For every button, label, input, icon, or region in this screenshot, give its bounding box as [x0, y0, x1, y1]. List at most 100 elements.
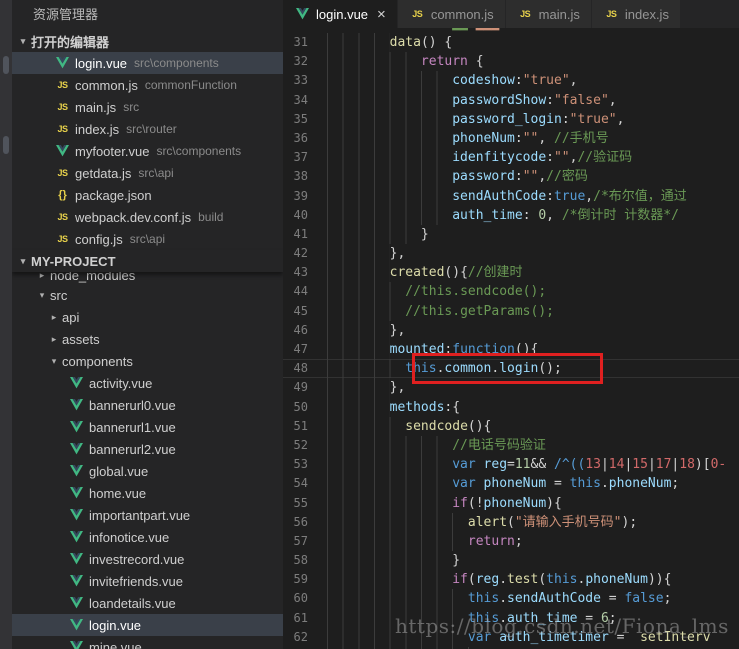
code-line[interactable]: 31 data() {	[283, 33, 739, 53]
explorer-sidebar: 资源管理器 ▾ 打开的编辑器 login.vue src\components JS…	[12, 0, 283, 649]
open-editor-item[interactable]: JS main.js src	[12, 96, 283, 118]
open-editor-item[interactable]: {} package.json	[12, 184, 283, 206]
code-line[interactable]: 32 return {	[283, 52, 739, 72]
code-line[interactable]: 42 },	[283, 244, 739, 264]
tab-main-js[interactable]: JS main.js	[505, 0, 592, 28]
code-line[interactable]: 43 created(){//创建时	[283, 263, 739, 283]
code-line[interactable]: 45 //this.getParams();	[283, 301, 739, 321]
code-line[interactable]: 53 var reg=11&& /^((13|14|15|17|18)[0-	[283, 455, 739, 475]
tree-file-item[interactable]: loandetails.vue	[12, 592, 283, 614]
code-line[interactable]: 38 password:"",//密码	[283, 167, 739, 187]
code-line[interactable]: 37 idenfitycode:"",//验证码	[283, 148, 739, 168]
file-path: src	[123, 100, 140, 114]
open-editors-header[interactable]: ▾ 打开的编辑器	[12, 30, 283, 52]
code-text: idenfitycode:"",//验证码	[327, 148, 633, 168]
vue-icon	[68, 399, 85, 411]
code-text: codeshow:"true",	[327, 71, 578, 91]
chevron-right-icon: ▸	[39, 272, 45, 280]
open-editor-item[interactable]: login.vue src\components	[12, 52, 283, 74]
js-icon: JS	[57, 168, 68, 178]
tree-folder-item[interactable]: ▸ assets	[12, 328, 283, 350]
chevron-right-icon: ▸	[51, 333, 57, 344]
tree-file-item[interactable]: investrecord.vue	[12, 548, 283, 570]
code-line[interactable]: 56 alert("请输入手机号码");	[283, 512, 739, 532]
open-editor-item[interactable]: JS webpack.dev.conf.js build	[12, 206, 283, 228]
vue-icon	[54, 57, 71, 69]
tree-file-item[interactable]: global.vue	[12, 460, 283, 482]
vue-icon	[294, 8, 311, 20]
code-text: if(!phoneNum){	[327, 493, 562, 513]
tree-file-item[interactable]: mine.vue	[12, 636, 283, 649]
tree-folder-item[interactable]: ▾ src	[12, 284, 283, 306]
tree-folder-item[interactable]: ▸ node_modules	[12, 272, 283, 284]
tab-login-vue[interactable]: login.vue ×	[283, 0, 398, 28]
file-path: commonFunction	[144, 78, 237, 92]
chevron-down-icon: ▾	[20, 255, 26, 266]
open-editor-item[interactable]: JS config.js src\api	[12, 228, 283, 250]
code-line[interactable]: 35 password_login:"true",	[283, 109, 739, 129]
code-text: this.sendAuthCode = false;	[327, 589, 672, 609]
line-number: 41	[293, 226, 308, 241]
code-line[interactable]: 40 auth_time: 0, /*倒计时 计数器*/	[283, 205, 739, 225]
code-line[interactable]: 39 sendAuthCode:true,/*布尔值，通过	[283, 186, 739, 206]
js-icon: JS	[606, 9, 617, 19]
code-line[interactable]: 58 }	[283, 551, 739, 571]
open-editor-item[interactable]: myfooter.vue src\components	[12, 140, 283, 162]
code-line[interactable]: 52 //电话号码验证	[283, 435, 739, 456]
tree-file-item[interactable]: importantpart.vue	[12, 504, 283, 526]
file-name: myfooter.vue	[75, 143, 150, 159]
code-line[interactable]: 44 //this.sendcode();	[283, 282, 739, 302]
code-line[interactable]: 54 var phoneNum = this.phoneNum;	[283, 474, 739, 494]
tree-file-item[interactable]: activity.vue	[12, 372, 283, 394]
file-path: src\components	[134, 56, 219, 70]
tree-file-item[interactable]: invitefriends.vue	[12, 570, 283, 592]
vue-icon	[68, 465, 85, 477]
vue-icon	[54, 145, 71, 157]
close-icon[interactable]: ×	[377, 7, 386, 22]
code-line[interactable]: 55 if(!phoneNum){	[283, 493, 739, 513]
code-line[interactable]: 46 },	[283, 320, 739, 340]
project-label: MY-PROJECT	[31, 253, 116, 269]
tree-file-item[interactable]: home.vue	[12, 482, 283, 504]
file-name: index.js	[75, 121, 120, 137]
open-editor-item[interactable]: JS getdata.js src\api	[12, 162, 283, 184]
file-name: api	[62, 309, 80, 325]
code-editor[interactable]: 30 ▂▂ ▂▂▂31 data() {32 return {33 codesh…	[283, 28, 739, 649]
code-line[interactable]: 33 codeshow:"true",	[283, 71, 739, 91]
tab-common-js[interactable]: JS common.js	[397, 0, 506, 28]
code-text: passwordShow:"false",	[327, 90, 617, 110]
tree-file-item[interactable]: login.vue	[12, 614, 283, 636]
code-line[interactable]: 41 }	[283, 224, 739, 245]
code-text: sendAuthCode:true,/*布尔值，通过	[327, 186, 687, 206]
json-icon: {}	[58, 189, 67, 201]
code-line[interactable]: 36 phoneNum:"", //手机号	[283, 128, 739, 149]
tree-file-item[interactable]: bannerurl2.vue	[12, 438, 283, 460]
tree-file-item[interactable]: infonotice.vue	[12, 526, 283, 548]
code-line[interactable]: 50 methods:{	[283, 397, 739, 417]
open-editor-item[interactable]: JS index.js src\router	[12, 118, 283, 140]
open-editor-item[interactable]: JS common.js commonFunction	[12, 74, 283, 96]
line-number: 60	[293, 591, 308, 606]
code-line[interactable]: 60 this.sendAuthCode = false;	[283, 589, 739, 609]
code-text: sendcode(){	[327, 416, 492, 436]
code-line[interactable]: 57 return;	[283, 531, 739, 552]
code-text: password_login:"true",	[327, 109, 625, 129]
code-line[interactable]: 59 if(reg.test(this.phoneNum)){	[283, 570, 739, 590]
line-number: 52	[293, 437, 308, 452]
tab-index-js[interactable]: JS index.js	[591, 0, 681, 28]
vue-icon	[68, 487, 85, 499]
code-line[interactable]: 34 passwordShow:"false",	[283, 90, 739, 110]
tree-file-item[interactable]: bannerurl0.vue	[12, 394, 283, 416]
file-name: infonotice.vue	[89, 529, 170, 545]
file-name: node_modules	[50, 272, 136, 283]
tree-folder-item[interactable]: ▾ components	[12, 350, 283, 372]
project-section-header[interactable]: ▾ MY-PROJECT	[12, 250, 283, 272]
tree-file-item[interactable]: bannerurl1.vue	[12, 416, 283, 438]
code-text: }	[327, 551, 461, 571]
tree-folder-item[interactable]: ▸ api	[12, 306, 283, 328]
file-name: invitefriends.vue	[89, 573, 183, 589]
line-number: 57	[293, 533, 308, 548]
file-name: loandetails.vue	[89, 595, 176, 611]
code-line[interactable]: 51 sendcode(){	[283, 416, 739, 436]
line-number: 32	[293, 54, 308, 69]
